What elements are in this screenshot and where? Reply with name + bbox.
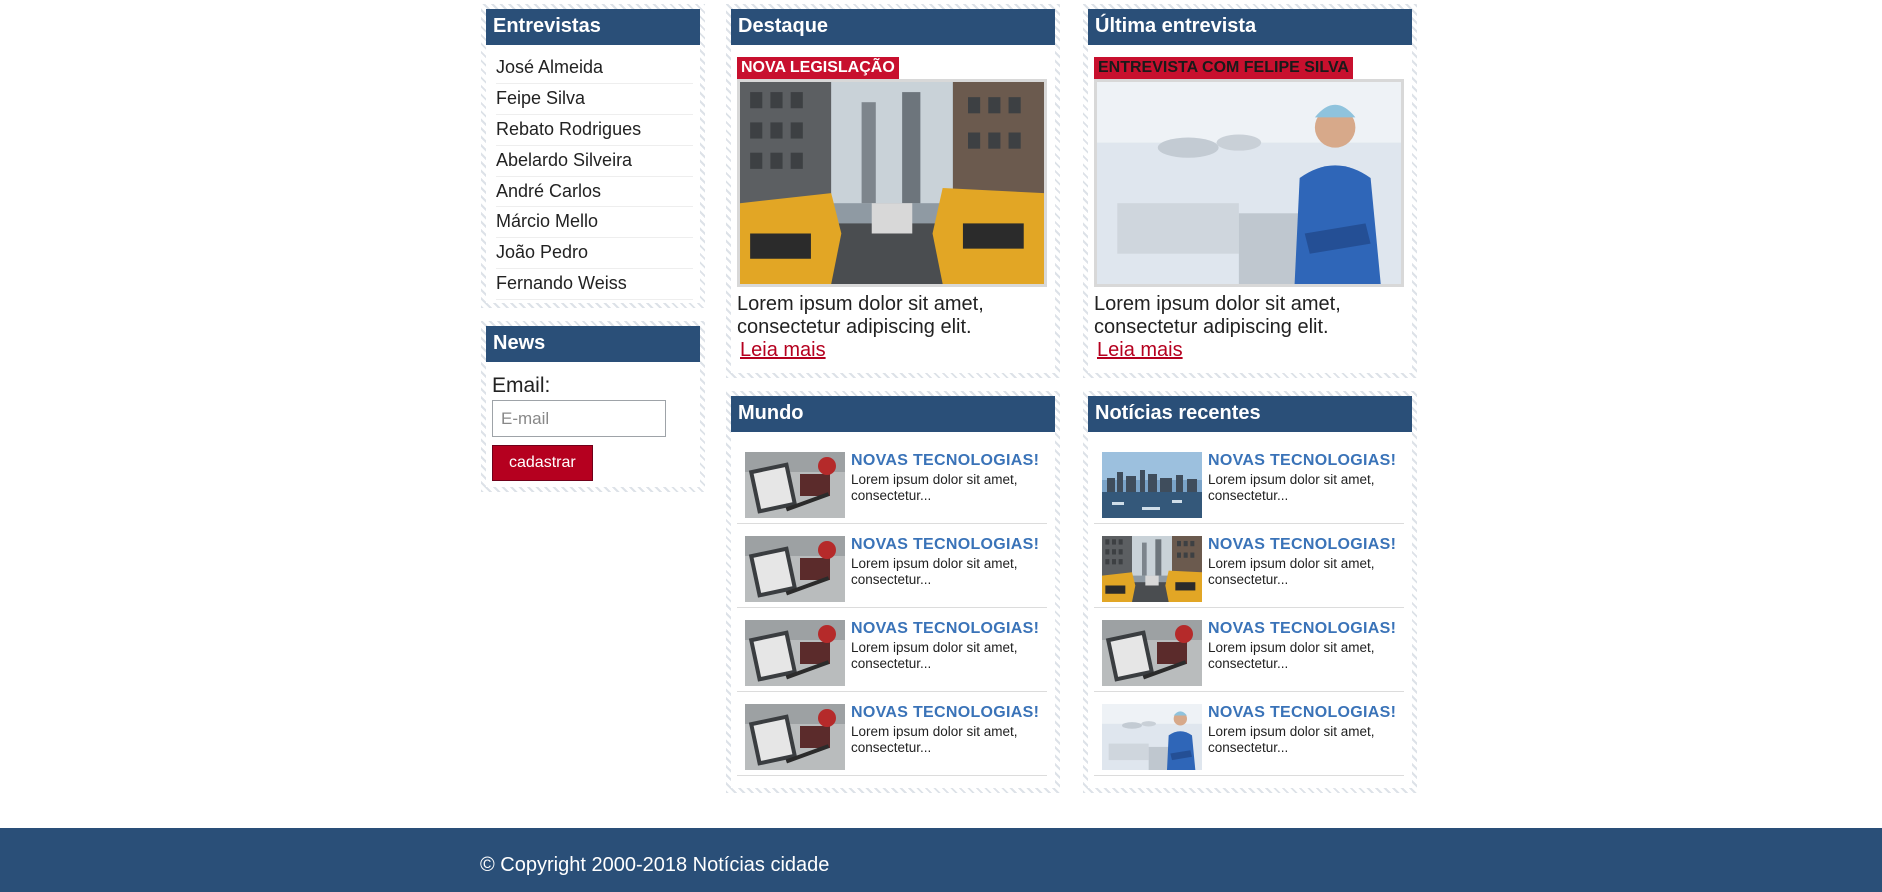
interviews-panel: Entrevistas José Almeida Feipe Silva Rebat… xyxy=(481,4,705,308)
footer: © Copyright 2000-2018 Notícias cidade xyxy=(0,828,1882,892)
interview-item[interactable]: André Carlos xyxy=(496,177,693,208)
news-list-item[interactable]: NOVAS TECNOLOGIAS! Lorem ipsum dolor sit … xyxy=(737,692,1047,776)
news-thumbnail[interactable] xyxy=(1102,620,1202,686)
news-item-snippet: Lorem ipsum dolor sit amet, consectetur.… xyxy=(1208,640,1375,671)
email-label: Email: xyxy=(492,374,551,397)
news-item-snippet: Lorem ipsum dolor sit amet, consectetur.… xyxy=(1208,472,1375,503)
latest-interview-tag: ENTREVISTA COM FELIPE SILVA xyxy=(1094,57,1353,79)
news-item-text: NOVAS TECNOLOGIAS! Lorem ipsum dolor sit … xyxy=(845,452,1047,504)
news-title: News xyxy=(486,326,700,362)
featured-tag: NOVA LEGISLAÇÃO xyxy=(737,57,899,79)
news-thumbnail[interactable] xyxy=(745,452,845,518)
news-item-snippet: Lorem ipsum dolor sit amet, consectetur.… xyxy=(851,472,1018,503)
recent-panel: Notícias recentes NOVAS TECNOLOGIAS! Lore… xyxy=(1083,391,1417,793)
interview-item[interactable]: Abelardo Silveira xyxy=(496,146,693,177)
news-item-text: NOVAS TECNOLOGIAS! Lorem ipsum dolor sit … xyxy=(845,536,1047,588)
news-thumbnail[interactable] xyxy=(745,620,845,686)
news-item-text: NOVAS TECNOLOGIAS! Lorem ipsum dolor sit … xyxy=(1202,452,1404,504)
interview-item[interactable]: Rebato Rodrigues xyxy=(496,115,693,146)
latest-interview-panel: Última entrevista ENTREVISTA COM FELIPE … xyxy=(1083,4,1417,378)
latest-interview-text: Lorem ipsum dolor sit amet, consectetur … xyxy=(1094,293,1341,338)
news-item-snippet: Lorem ipsum dolor sit amet, consectetur.… xyxy=(1208,556,1375,587)
interview-item[interactable]: José Almeida xyxy=(496,53,693,84)
recent-news-list: NOVAS TECNOLOGIAS! Lorem ipsum dolor sit … xyxy=(1088,440,1412,776)
latest-interview-image[interactable] xyxy=(1094,79,1404,287)
recent-title: Notícias recentes xyxy=(1088,396,1412,432)
news-signup-panel: News Email: cadastrar xyxy=(481,321,705,492)
interview-item[interactable]: Fernando Weiss xyxy=(496,269,693,301)
news-item-text: NOVAS TECNOLOGIAS! Lorem ipsum dolor sit … xyxy=(845,704,1047,756)
latest-interview-read-more-link[interactable]: Leia mais xyxy=(1097,339,1183,362)
latest-interview-title: Última entrevista xyxy=(1088,9,1412,45)
featured-read-more-link[interactable]: Leia mais xyxy=(740,339,826,362)
news-item-text: NOVAS TECNOLOGIAS! Lorem ipsum dolor sit … xyxy=(1202,620,1404,672)
news-list-item[interactable]: NOVAS TECNOLOGIAS! Lorem ipsum dolor sit … xyxy=(737,524,1047,608)
featured-panel: Destaque NOVA LEGISLAÇÃO Lorem ipsum dol… xyxy=(726,4,1060,378)
news-item-snippet: Lorem ipsum dolor sit amet, consectetur.… xyxy=(851,556,1018,587)
news-thumbnail[interactable] xyxy=(745,536,845,602)
news-item-title[interactable]: NOVAS TECNOLOGIAS! xyxy=(851,452,1047,470)
news-item-text: NOVAS TECNOLOGIAS! Lorem ipsum dolor sit … xyxy=(1202,704,1404,756)
news-list-item[interactable]: NOVAS TECNOLOGIAS! Lorem ipsum dolor sit … xyxy=(1094,440,1404,524)
interviews-title: Entrevistas xyxy=(486,9,700,45)
featured-image[interactable] xyxy=(737,79,1047,287)
world-title: Mundo xyxy=(731,396,1055,432)
world-news-list: NOVAS TECNOLOGIAS! Lorem ipsum dolor sit … xyxy=(731,440,1055,776)
featured-text: Lorem ipsum dolor sit amet, consectetur … xyxy=(737,293,984,338)
news-item-title[interactable]: NOVAS TECNOLOGIAS! xyxy=(1208,452,1404,470)
news-list-item[interactable]: NOVAS TECNOLOGIAS! Lorem ipsum dolor sit … xyxy=(1094,692,1404,776)
news-thumbnail[interactable] xyxy=(745,704,845,770)
world-panel: Mundo NOVAS TECNOLOGIAS! Lorem ipsum dolo… xyxy=(726,391,1060,793)
interview-item[interactable]: Márcio Mello xyxy=(496,207,693,239)
news-item-title[interactable]: NOVAS TECNOLOGIAS! xyxy=(1208,704,1404,722)
news-item-snippet: Lorem ipsum dolor sit amet, consectetur.… xyxy=(851,724,1018,755)
news-thumbnail[interactable] xyxy=(1102,536,1202,602)
news-item-title[interactable]: NOVAS TECNOLOGIAS! xyxy=(1208,620,1404,638)
interviews-list: José Almeida Feipe Silva Rebato Rodrigues A… xyxy=(486,53,700,301)
news-item-text: NOVAS TECNOLOGIAS! Lorem ipsum dolor sit … xyxy=(1202,536,1404,588)
news-list-item[interactable]: NOVAS TECNOLOGIAS! Lorem ipsum dolor sit … xyxy=(1094,524,1404,608)
interview-item[interactable]: João Pedro xyxy=(496,238,693,270)
interview-item[interactable]: Feipe Silva xyxy=(496,84,693,115)
news-item-title[interactable]: NOVAS TECNOLOGIAS! xyxy=(851,620,1047,638)
news-thumbnail[interactable] xyxy=(1102,704,1202,770)
news-item-snippet: Lorem ipsum dolor sit amet, consectetur.… xyxy=(851,640,1018,671)
news-list-item[interactable]: NOVAS TECNOLOGIAS! Lorem ipsum dolor sit … xyxy=(737,440,1047,524)
news-item-title[interactable]: NOVAS TECNOLOGIAS! xyxy=(1208,536,1404,554)
news-item-text: NOVAS TECNOLOGIAS! Lorem ipsum dolor sit … xyxy=(845,620,1047,672)
news-item-title[interactable]: NOVAS TECNOLOGIAS! xyxy=(851,536,1047,554)
featured-title: Destaque xyxy=(731,9,1055,45)
copyright-text: © Copyright 2000-2018 Notícias cidade xyxy=(480,854,830,876)
news-item-title[interactable]: NOVAS TECNOLOGIAS! xyxy=(851,704,1047,722)
email-field[interactable] xyxy=(492,400,666,437)
news-list-item[interactable]: NOVAS TECNOLOGIAS! Lorem ipsum dolor sit … xyxy=(1094,608,1404,692)
news-list-item[interactable]: NOVAS TECNOLOGIAS! Lorem ipsum dolor sit … xyxy=(737,608,1047,692)
news-thumbnail[interactable] xyxy=(1102,452,1202,518)
news-item-snippet: Lorem ipsum dolor sit amet, consectetur.… xyxy=(1208,724,1375,755)
subscribe-button[interactable]: cadastrar xyxy=(492,445,593,481)
